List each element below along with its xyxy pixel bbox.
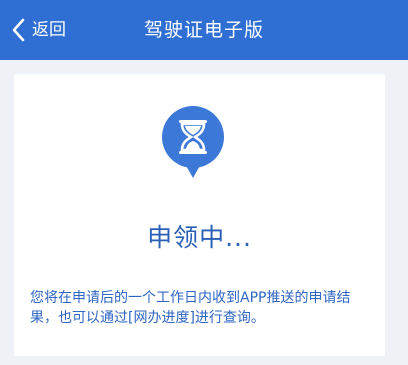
hourglass-pin-icon: [162, 106, 224, 178]
page-title: 驾驶证电子版: [143, 19, 264, 41]
navigation-bar: 返回 驾驶证电子版: [0, 0, 408, 60]
status-card: 申领中... 您将在申请后的一个工作日内收到APP推送的申请结果，也可以通过[网…: [14, 74, 385, 356]
status-title: 申领中...: [147, 223, 252, 252]
page-background: [0, 356, 408, 365]
status-description: 您将在申请后的一个工作日内收到APP推送的申请结果，也可以通过[网办进度]进行查…: [30, 290, 351, 326]
